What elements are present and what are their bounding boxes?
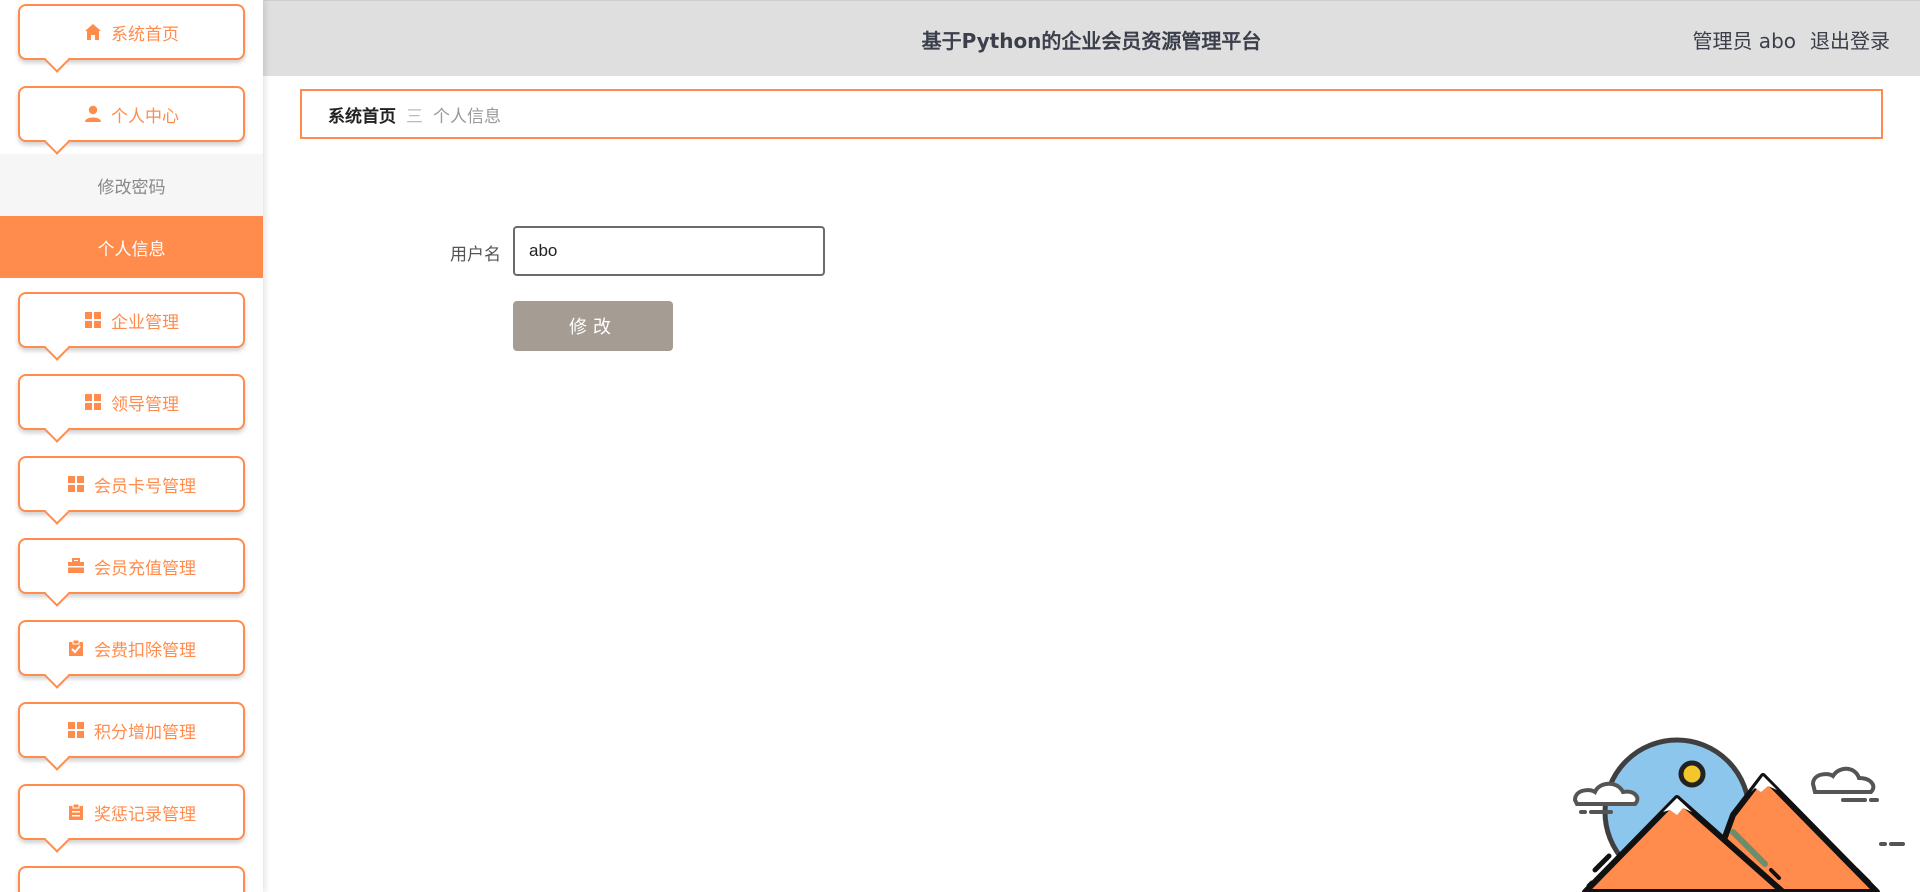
sidebar-item-points-increase[interactable]: 积分增加管理 [18,702,245,758]
briefcase-icon [67,557,85,575]
modify-button[interactable]: 修改 [513,301,673,351]
grid-icon [67,475,85,493]
sidebar-item-fee-deduction[interactable]: 会费扣除管理 [18,620,245,676]
sidebar-item-profile-center[interactable]: 个人中心 [18,86,245,142]
sidebar-item-label: 会费扣除管理 [94,640,196,661]
sidebar-item-label: 会员充值管理 [94,558,196,579]
sidebar-item-label: 个人中心 [111,106,179,127]
sidebar-item-reward-punishment[interactable]: 奖惩记录管理 [18,784,245,840]
sidebar-item-label: 会员卡号管理 [94,476,196,497]
sidebar: 系统首页 个人中心 修改密码 个人信息 企业管理 领导管理 会员卡号管理 会员充… [0,0,263,892]
username-input[interactable] [513,226,825,276]
top-header: 基于Python的企业会员资源管理平台 管理员 abo 退出登录 [263,0,1920,76]
current-user: 管理员 abo [1692,29,1796,53]
sidebar-item-label: 企业管理 [111,312,179,333]
sidebar-item-member-card[interactable]: 会员卡号管理 [18,456,245,512]
breadcrumb-home-link[interactable]: 系统首页 [328,102,396,127]
sidebar-subitem-personal-info[interactable]: 个人信息 [0,216,263,278]
breadcrumb: 系统首页 三 个人信息 [300,89,1883,139]
sidebar-item-home[interactable]: 系统首页 [18,4,245,60]
sidebar-item-label: 奖惩记录管理 [94,804,196,825]
page-title: 基于Python的企业会员资源管理平台 [921,29,1262,53]
sidebar-item-member-recharge[interactable]: 会员充值管理 [18,538,245,594]
username-label: 用户名 [450,245,501,265]
user-icon [84,105,102,123]
sidebar-subitem-change-password[interactable]: 修改密码 [0,154,263,216]
grid-icon [84,311,102,329]
clipboard-check-icon [67,639,85,657]
sidebar-item-label: 系统首页 [111,24,179,45]
breadcrumb-current: 个人信息 [433,106,501,127]
header-user-area: 管理员 abo 退出登录 [1692,25,1890,54]
mountain-illustration [1572,737,1905,892]
home-icon [84,23,102,41]
breadcrumb-separator: 三 [406,106,423,127]
logout-link[interactable]: 退出登录 [1810,25,1890,54]
grid-icon [67,721,85,739]
sidebar-item-label: 积分增加管理 [94,722,196,743]
clipboard-icon [67,803,85,821]
sidebar-item-enterprise[interactable]: 企业管理 [18,292,245,348]
sidebar-item-label: 领导管理 [111,394,179,415]
sidebar-item-leader[interactable]: 领导管理 [18,374,245,430]
sidebar-item-more[interactable] [18,866,245,892]
grid-icon [84,393,102,411]
